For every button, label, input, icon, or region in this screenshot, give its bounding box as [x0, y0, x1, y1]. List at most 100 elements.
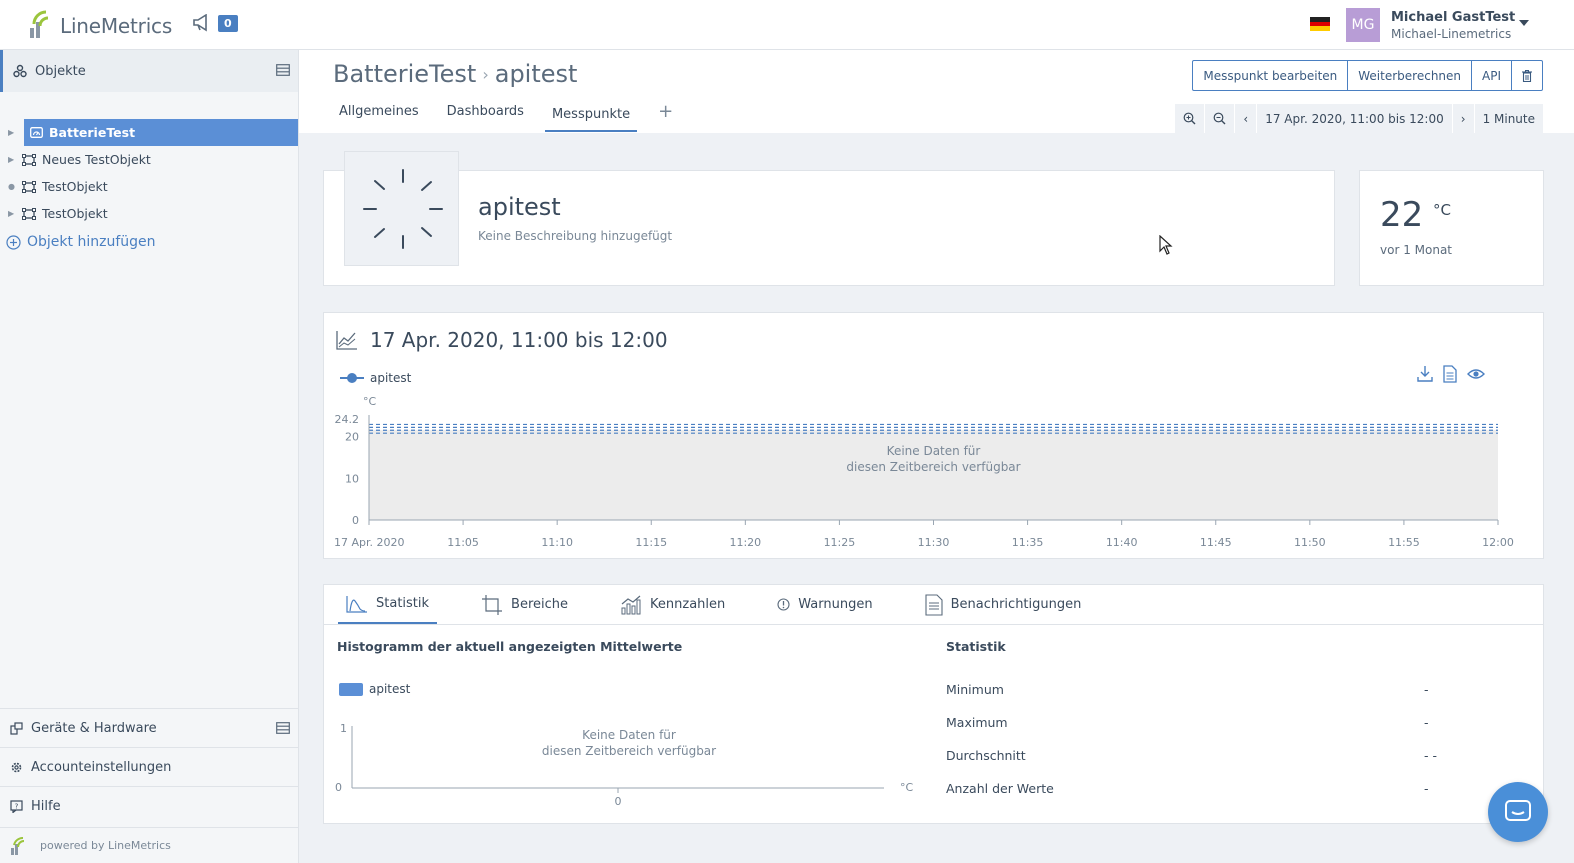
edit-measure-point-button[interactable]: Messpunkt bearbeiten: [1193, 61, 1349, 90]
no-data-message-line1: Keine Daten für: [887, 444, 981, 458]
tab-measure-points[interactable]: Messpunkte: [544, 98, 638, 132]
api-button[interactable]: API: [1472, 61, 1512, 90]
language-flag-de[interactable]: [1310, 17, 1330, 31]
x-tick-label: 17 Apr. 2020: [334, 536, 405, 549]
tree-item-label: TestObjekt: [42, 179, 108, 194]
tree-item-batterietest[interactable]: ▶ BatterieTest: [8, 119, 298, 146]
sidebar-header-objects[interactable]: Objekte: [0, 50, 298, 92]
histogram-unit: °C: [900, 781, 914, 794]
compute-further-button[interactable]: Weiterberechnen: [1348, 61, 1473, 90]
tab-label: Kennzahlen: [650, 597, 726, 612]
stat-row-minimum: Minimum -: [946, 682, 1446, 697]
interval-select[interactable]: 1 Minute: [1474, 104, 1543, 133]
caret-right-icon[interactable]: ▶: [8, 209, 22, 218]
eye-icon[interactable]: [1467, 365, 1485, 383]
histogram-icon: [346, 595, 367, 613]
list-menu-icon[interactable]: [276, 64, 290, 76]
time-range-display[interactable]: 17 Apr. 2020, 11:00 bis 12:00: [1257, 104, 1452, 133]
user-name: Michael GastTest: [1391, 10, 1516, 25]
tab-ranges[interactable]: Bereiche: [473, 585, 576, 624]
x-tick-label: 11:35: [1012, 536, 1044, 549]
x-tick-label: 11:40: [1106, 536, 1138, 549]
chevron-left-icon[interactable]: ‹: [1235, 104, 1257, 133]
histogram-x-tick: 0: [615, 795, 622, 808]
statistics-title: Statistik: [946, 639, 1006, 654]
line-chart: °C 0 10 20 24.2 17 Apr. 2020 11:05 11:10 11:15 11…: [334, 395, 1514, 549]
tree-item-testobjekt-2[interactable]: ▶ TestObjekt: [0, 200, 298, 227]
stat-label: Maximum: [946, 715, 1008, 730]
tab-label: Statistik: [376, 596, 430, 611]
tree-item-label: BatterieTest: [49, 125, 136, 140]
legend-swatch: [339, 682, 363, 696]
histogram-no-data-line1: Keine Daten für: [582, 728, 676, 742]
breadcrumb-parent[interactable]: BatterieTest: [333, 60, 476, 88]
object-frame-icon: [22, 207, 36, 220]
last-value: 22: [1380, 195, 1424, 235]
caret-right-icon[interactable]: ▶: [8, 155, 22, 164]
sidebar-link-label: Accounteinstellungen: [31, 759, 172, 775]
sidebar-link-account-settings[interactable]: Accounteinstellungen: [0, 747, 298, 786]
user-menu[interactable]: Michael GastTest Michael-Linemetrics: [1391, 10, 1515, 41]
sidebar-link-help[interactable]: ? Hilfe: [0, 786, 298, 825]
histogram-no-data-line2: diesen Zeitbereich verfügbar: [542, 744, 716, 758]
x-tick-label: 11:25: [824, 536, 856, 549]
x-tick-label: 11:15: [635, 536, 667, 549]
chart-legend[interactable]: apitest: [340, 371, 411, 385]
histogram-y-bottom: 0: [335, 781, 342, 794]
statistics-card: Statistik Bereiche Kennzahlen Warnungen …: [323, 584, 1544, 824]
bullet-icon: ●: [8, 182, 15, 191]
document-icon[interactable]: [1443, 365, 1457, 383]
devices-icon: [10, 721, 23, 735]
add-tab-plus-icon[interactable]: +: [658, 98, 673, 132]
download-icon[interactable]: [1417, 365, 1433, 383]
tab-warnings[interactable]: Warnungen: [769, 585, 880, 624]
sidebar-link-label: Hilfe: [31, 798, 61, 814]
add-object-button[interactable]: Objekt hinzufügen: [6, 234, 156, 250]
last-value-card: 22 °C vor 1 Monat: [1359, 170, 1544, 286]
chevron-right-icon[interactable]: ›: [1452, 104, 1474, 133]
breadcrumb: BatterieTest › apitest: [333, 60, 577, 88]
user-account: Michael-Linemetrics: [1391, 27, 1512, 41]
list-menu-icon[interactable]: [276, 722, 290, 734]
x-tick-label: 11:30: [918, 536, 950, 549]
chat-launcher-button[interactable]: [1488, 782, 1548, 842]
measure-point-title: apitest: [478, 193, 561, 221]
delete-button[interactable]: [1512, 61, 1542, 90]
logo[interactable]: LineMetrics: [28, 10, 172, 38]
object-frame-icon: [22, 180, 36, 193]
tab-dashboards[interactable]: Dashboards: [447, 98, 524, 132]
zoom-out-icon[interactable]: [1205, 104, 1235, 133]
histogram-legend[interactable]: apitest: [339, 682, 410, 696]
caret-right-icon[interactable]: ▶: [8, 128, 22, 137]
stat-row-average: Durchschnitt - -: [946, 748, 1446, 763]
tree-item-testobjekt[interactable]: ● TestObjekt: [0, 173, 298, 200]
tree-item-neues-testobjekt[interactable]: ▶ Neues TestObjekt: [0, 146, 298, 173]
stat-row-count: Anzahl der Werte -: [946, 781, 1446, 796]
dashboard-gauge-icon: [30, 127, 43, 138]
zoom-in-icon[interactable]: [1175, 104, 1205, 133]
avatar[interactable]: MG: [1346, 8, 1380, 42]
histogram-title: Histogramm der aktuell angezeigten Mitte…: [337, 639, 683, 654]
announcements-button[interactable]: 0: [192, 14, 238, 32]
action-button-group: Messpunkt bearbeiten Weiterberechnen API: [1192, 60, 1543, 91]
statistics-tabs: Statistik Bereiche Kennzahlen Warnungen …: [338, 585, 1089, 625]
sidebar-link-devices[interactable]: Geräte & Hardware: [0, 708, 298, 747]
crop-ranges-icon: [482, 594, 503, 615]
breadcrumb-current: apitest: [494, 60, 578, 88]
tree-item-label: TestObjekt: [42, 206, 108, 221]
stat-value: -: [1424, 781, 1429, 796]
chart-title: 17 Apr. 2020, 11:00 bis 12:00: [370, 328, 668, 352]
tab-statistics[interactable]: Statistik: [338, 585, 438, 624]
legend-series-name: apitest: [370, 371, 412, 385]
tab-label: Benachrichtigungen: [950, 597, 1082, 612]
top-bar: LineMetrics 0 MG Michael GastTest Michae…: [0, 0, 1574, 50]
chevron-down-icon[interactable]: [1519, 20, 1529, 26]
tab-key-figures[interactable]: Kennzahlen: [612, 585, 733, 624]
tab-general[interactable]: Allgemeines: [339, 98, 419, 132]
tree-item-label: Neues TestObjekt: [42, 152, 151, 167]
y-tick-label: 20: [345, 431, 359, 444]
tab-label: Warnungen: [798, 597, 873, 612]
tab-notifications[interactable]: Benachrichtigungen: [917, 585, 1090, 624]
x-tick-label: 11:50: [1294, 536, 1326, 549]
last-value-unit: °C: [1433, 201, 1451, 219]
